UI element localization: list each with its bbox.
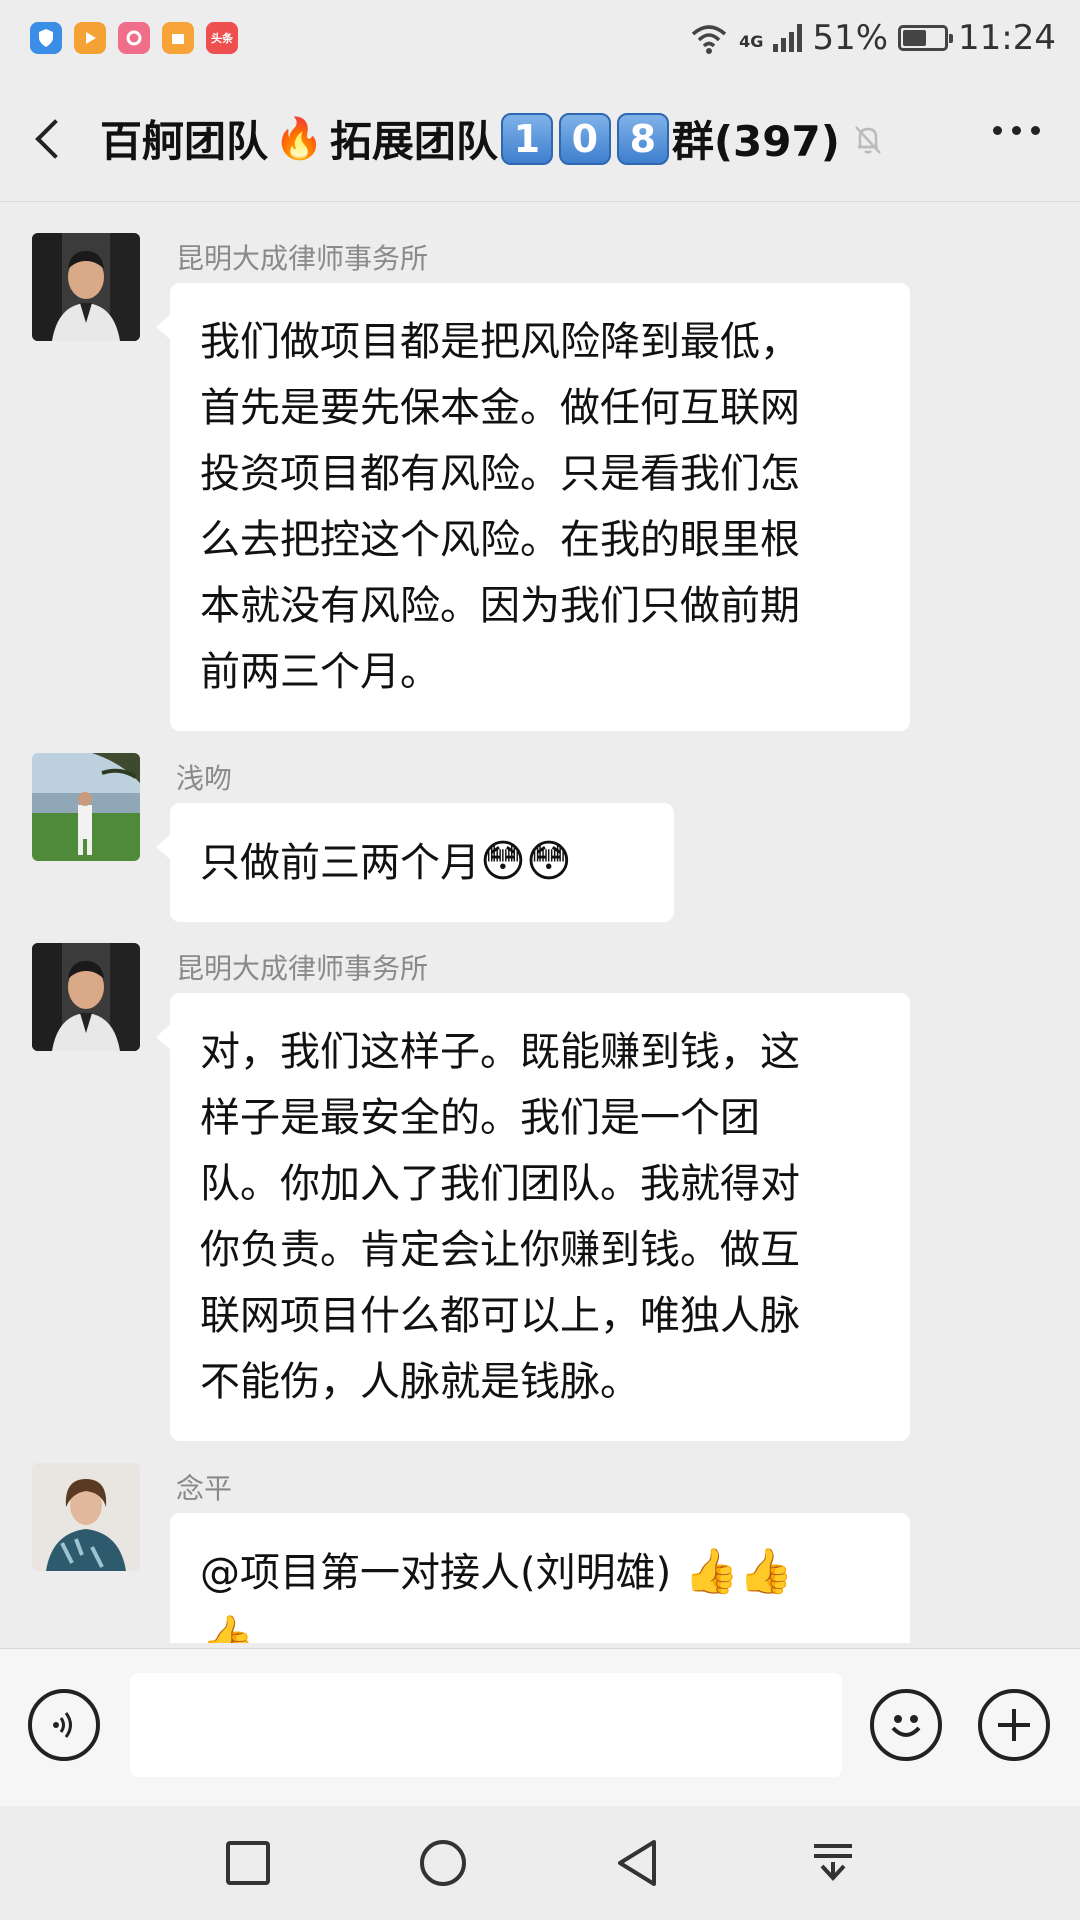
message-line: 你负责。肯定会让你赚到钱。做互	[200, 1227, 800, 1273]
message-line: 本就没有风险。因为我们只做前期	[200, 583, 800, 629]
chat-header: 百舸团队 🔥 拓展团队 1 0 8 群(397)	[0, 76, 1080, 202]
home-button[interactable]	[413, 1833, 473, 1893]
title-suffix: 群(397)	[671, 117, 840, 166]
notification-shade-button[interactable]	[803, 1833, 863, 1893]
keycap-0: 0	[558, 112, 611, 165]
message-line: 不能伤，人脉就是钱脉。	[200, 1359, 640, 1405]
input-bar	[0, 1648, 1080, 1806]
message-bubble[interactable]: 对，我们这样子。既能赚到钱，这 样子是最安全的。我们是一个团 队。你加入了我们团…	[156, 993, 910, 1441]
pull-down-icon	[813, 1844, 852, 1881]
message-bubble[interactable]: 我们做项目都是把风险降到最低， 首先是要先保本金。做任何互联网 投资项目都有风险…	[156, 283, 910, 731]
notification-icons: 头条	[30, 22, 238, 54]
back-arrow-icon	[35, 118, 75, 159]
back-nav-button[interactable]	[608, 1833, 668, 1893]
fire-icon: 🔥	[274, 116, 324, 162]
plus-icon	[998, 1709, 1030, 1741]
voice-icon	[53, 1712, 72, 1738]
shield-app-icon	[30, 22, 62, 54]
mention-text: @项目第一对接人(刘明雄)	[200, 1550, 684, 1596]
sender-name: 昆明大成律师事务所	[176, 242, 429, 275]
smiley-icon	[891, 1715, 921, 1737]
more-functions-button[interactable]	[978, 1689, 1050, 1761]
keycap-1: 1	[500, 112, 553, 165]
message-line: 前两三个月。	[200, 649, 440, 695]
sender-name: 昆明大成律师事务所	[176, 952, 429, 985]
more-options-button[interactable]	[993, 126, 1040, 135]
video-app-icon	[74, 22, 106, 54]
system-status: 4G 51% 11:24	[689, 18, 1056, 58]
circle-icon	[419, 1840, 466, 1886]
message-line: 样子是最安全的。我们是一个团	[200, 1095, 760, 1141]
message-list[interactable]: 昆明大成律师事务所 我们做项目都是把风险降到最低， 首先是要先保本金。做任何互联…	[0, 203, 1080, 1643]
message-input[interactable]	[130, 1673, 842, 1777]
message-line: 首先是要先保本金。做任何互联网	[200, 385, 800, 431]
triangle-back-icon	[617, 1840, 656, 1886]
system-navigation-bar	[0, 1806, 1080, 1920]
message-line: 对，我们这样子。既能赚到钱，这	[200, 1029, 800, 1075]
voice-input-button[interactable]	[28, 1689, 100, 1761]
wifi-icon	[692, 25, 727, 54]
man-in-car-avatar[interactable]	[32, 943, 140, 1051]
box-app-icon	[162, 22, 194, 54]
sender-name: 念平	[176, 1472, 233, 1505]
thumbs-up-icon: 👍👍	[683, 1546, 794, 1597]
title-part1: 百舸团队	[100, 117, 269, 166]
message-line: 么去把控这个风险。在我的眼里根	[200, 517, 800, 563]
message-bubble[interactable]: 只做前三两个月😳😳	[156, 803, 674, 922]
mute-bell-icon	[854, 125, 881, 154]
flushed-face-icon: 😳😳	[480, 836, 572, 887]
square-icon	[225, 1841, 270, 1885]
camera-app-icon	[118, 22, 150, 54]
man-in-car-avatar[interactable]	[32, 233, 140, 341]
battery-percent: 51%	[812, 18, 889, 58]
sender-name: 浅吻	[176, 762, 233, 795]
message-line: 队。你加入了我们团队。我就得对	[200, 1161, 800, 1207]
message-line: 联网项目什么都可以上，唯独人脉	[200, 1293, 800, 1339]
recent-apps-button[interactable]	[218, 1833, 278, 1893]
message-line: 我们做项目都是把风险降到最低，	[200, 319, 800, 365]
message-text: 只做前三两个月	[200, 840, 480, 886]
status-bar: 头条 4G 51% 11:24	[0, 0, 1080, 76]
message-line: 投资项目都有风险。只是看我们怎	[200, 451, 800, 497]
news-app-icon: 头条	[206, 22, 238, 54]
person-by-lake-avatar[interactable]	[32, 753, 140, 861]
woman-avatar[interactable]	[32, 1463, 140, 1571]
battery-icon	[898, 25, 954, 51]
thumbs-up-icon: 👍	[200, 1613, 255, 1643]
title-part2: 拓展团队	[329, 117, 498, 166]
chat-title: 百舸团队 🔥 拓展团队 1 0 8 群(397)	[100, 108, 920, 169]
message-bubble[interactable]: @项目第一对接人(刘明雄) 👍👍 👍	[170, 1513, 910, 1643]
emoji-button[interactable]	[870, 1689, 942, 1761]
signal-icon	[773, 24, 803, 52]
clock: 11:24	[958, 18, 1056, 58]
keycap-8: 8	[616, 112, 669, 165]
back-button[interactable]	[0, 76, 100, 202]
network-type: 4G	[739, 32, 764, 51]
